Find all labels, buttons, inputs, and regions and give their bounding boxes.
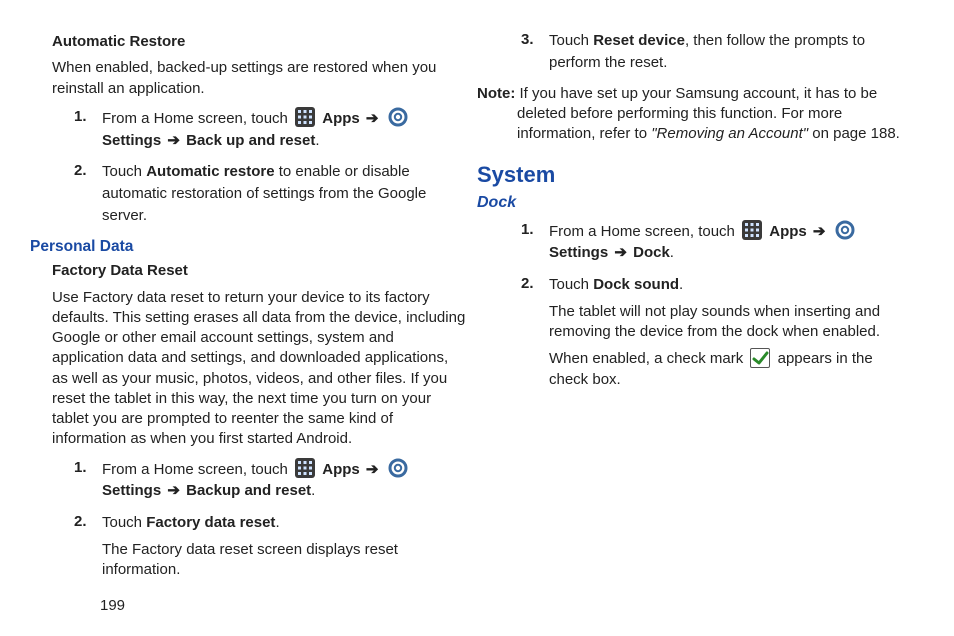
heading-system: System (477, 160, 914, 190)
arrow-icon: ➔ (165, 482, 182, 499)
text: When enabled, a check mark (549, 350, 747, 367)
label-apps: Apps (322, 461, 360, 478)
heading-personal-data: Personal Data (30, 237, 467, 258)
arrow-icon: ➔ (612, 244, 629, 261)
step-ar-2: 2. Touch Automatic restore to enable or … (52, 161, 467, 226)
steps-auto-restore: 1. From a Home screen, touch Apps ➔ Sett… (52, 107, 467, 227)
text: on page 188. (808, 125, 900, 142)
label-dock: Dock (633, 244, 670, 261)
step-text: Touch Dock sound. (549, 276, 683, 293)
label-automatic-restore: Automatic restore (146, 163, 274, 180)
label-factory-data-reset: Factory data reset (146, 514, 275, 531)
step-ar-1: 1. From a Home screen, touch Apps ➔ Sett… (52, 107, 467, 152)
page-number: 199 (100, 597, 125, 614)
step-text: Touch Automatic restore to enable or dis… (102, 163, 426, 224)
step-fd-1: 1. From a Home screen, touch Apps ➔ Sett… (52, 458, 467, 503)
note-text: If you have set up your Samsung account,… (515, 85, 877, 102)
dot: . (311, 482, 315, 499)
text: From a Home screen, touch (102, 110, 292, 127)
left-column: Automatic Restore When enabled, backed-u… (52, 30, 467, 616)
step-number: 2. (521, 274, 534, 294)
step-number: 1. (521, 220, 534, 240)
para-auto-restore: When enabled, backed-up settings are res… (52, 58, 467, 99)
step-text: From a Home screen, touch Apps ➔ Setting… (102, 461, 411, 500)
label-backup-and-reset: Back up and reset (186, 132, 315, 149)
note-block: Note: If you have set up your Samsung ac… (477, 84, 914, 145)
label-reset-device: Reset device (593, 32, 685, 49)
step-dk-2: 2. Touch Dock sound. The tablet will not… (499, 274, 914, 390)
step-dk-1: 1. From a Home screen, touch Apps ➔ Sett… (499, 220, 914, 265)
text: Touch (549, 276, 593, 293)
label-settings: Settings (102, 482, 161, 499)
label-apps: Apps (769, 223, 807, 240)
cross-ref: "Removing an Account" (651, 125, 808, 142)
text: Touch (102, 163, 146, 180)
label-settings: Settings (102, 132, 161, 149)
step-text: Touch Factory data reset. (102, 514, 280, 531)
label-backup-and-reset: Backup and reset (186, 482, 311, 499)
heading-factory-data-reset: Factory Data Reset (52, 261, 467, 281)
document-page: Automatic Restore When enabled, backed-u… (0, 0, 954, 636)
label-settings: Settings (549, 244, 608, 261)
apps-icon (742, 220, 762, 240)
para-factory-data-reset: Use Factory data reset to return your de… (52, 288, 467, 450)
dot: . (275, 514, 279, 531)
text: Touch (102, 514, 146, 531)
arrow-icon: ➔ (165, 132, 182, 149)
dot: . (679, 276, 683, 293)
check-icon (750, 348, 770, 368)
step-rd-3: 3. Touch Reset device, then follow the p… (499, 30, 914, 74)
step-after-text: The tablet will not play sounds when ins… (549, 302, 914, 343)
steps-dock: 1. From a Home screen, touch Apps ➔ Sett… (499, 220, 914, 390)
heading-automatic-restore: Automatic Restore (52, 32, 467, 52)
dot: . (670, 244, 674, 261)
apps-icon (295, 458, 315, 478)
label-dock-sound: Dock sound (593, 276, 679, 293)
step-number: 3. (521, 30, 534, 50)
settings-icon (388, 458, 408, 478)
step-number: 1. (74, 458, 87, 478)
note-body: deleted before performing this function.… (477, 104, 914, 145)
step-number: 2. (74, 512, 87, 532)
right-column: 3. Touch Reset device, then follow the p… (499, 30, 914, 616)
dot: . (315, 132, 319, 149)
step-text: From a Home screen, touch Apps ➔ Setting… (102, 110, 411, 149)
settings-icon (388, 107, 408, 127)
text: From a Home screen, touch (102, 461, 292, 478)
arrow-icon: ➔ (364, 461, 381, 478)
note-label: Note: (477, 85, 515, 102)
arrow-icon: ➔ (811, 223, 828, 240)
step-number: 1. (74, 107, 87, 127)
text: From a Home screen, touch (549, 223, 739, 240)
apps-icon (295, 107, 315, 127)
label-apps: Apps (322, 110, 360, 127)
heading-dock: Dock (477, 192, 914, 214)
steps-reset-device: 3. Touch Reset device, then follow the p… (499, 30, 914, 74)
settings-icon (835, 220, 855, 240)
arrow-icon: ➔ (364, 110, 381, 127)
step-text: Touch Reset device, then follow the prom… (549, 32, 865, 71)
step-after-text: The Factory data reset screen displays r… (102, 540, 467, 581)
step-text: From a Home screen, touch Apps ➔ Setting… (549, 223, 858, 262)
step-after-text: When enabled, a check mark appears in th… (549, 348, 914, 390)
step-number: 2. (74, 161, 87, 181)
steps-factory-data-reset: 1. From a Home screen, touch Apps ➔ Sett… (52, 458, 467, 581)
text: Touch (549, 32, 593, 49)
step-fd-2: 2. Touch Factory data reset. The Factory… (52, 512, 467, 580)
